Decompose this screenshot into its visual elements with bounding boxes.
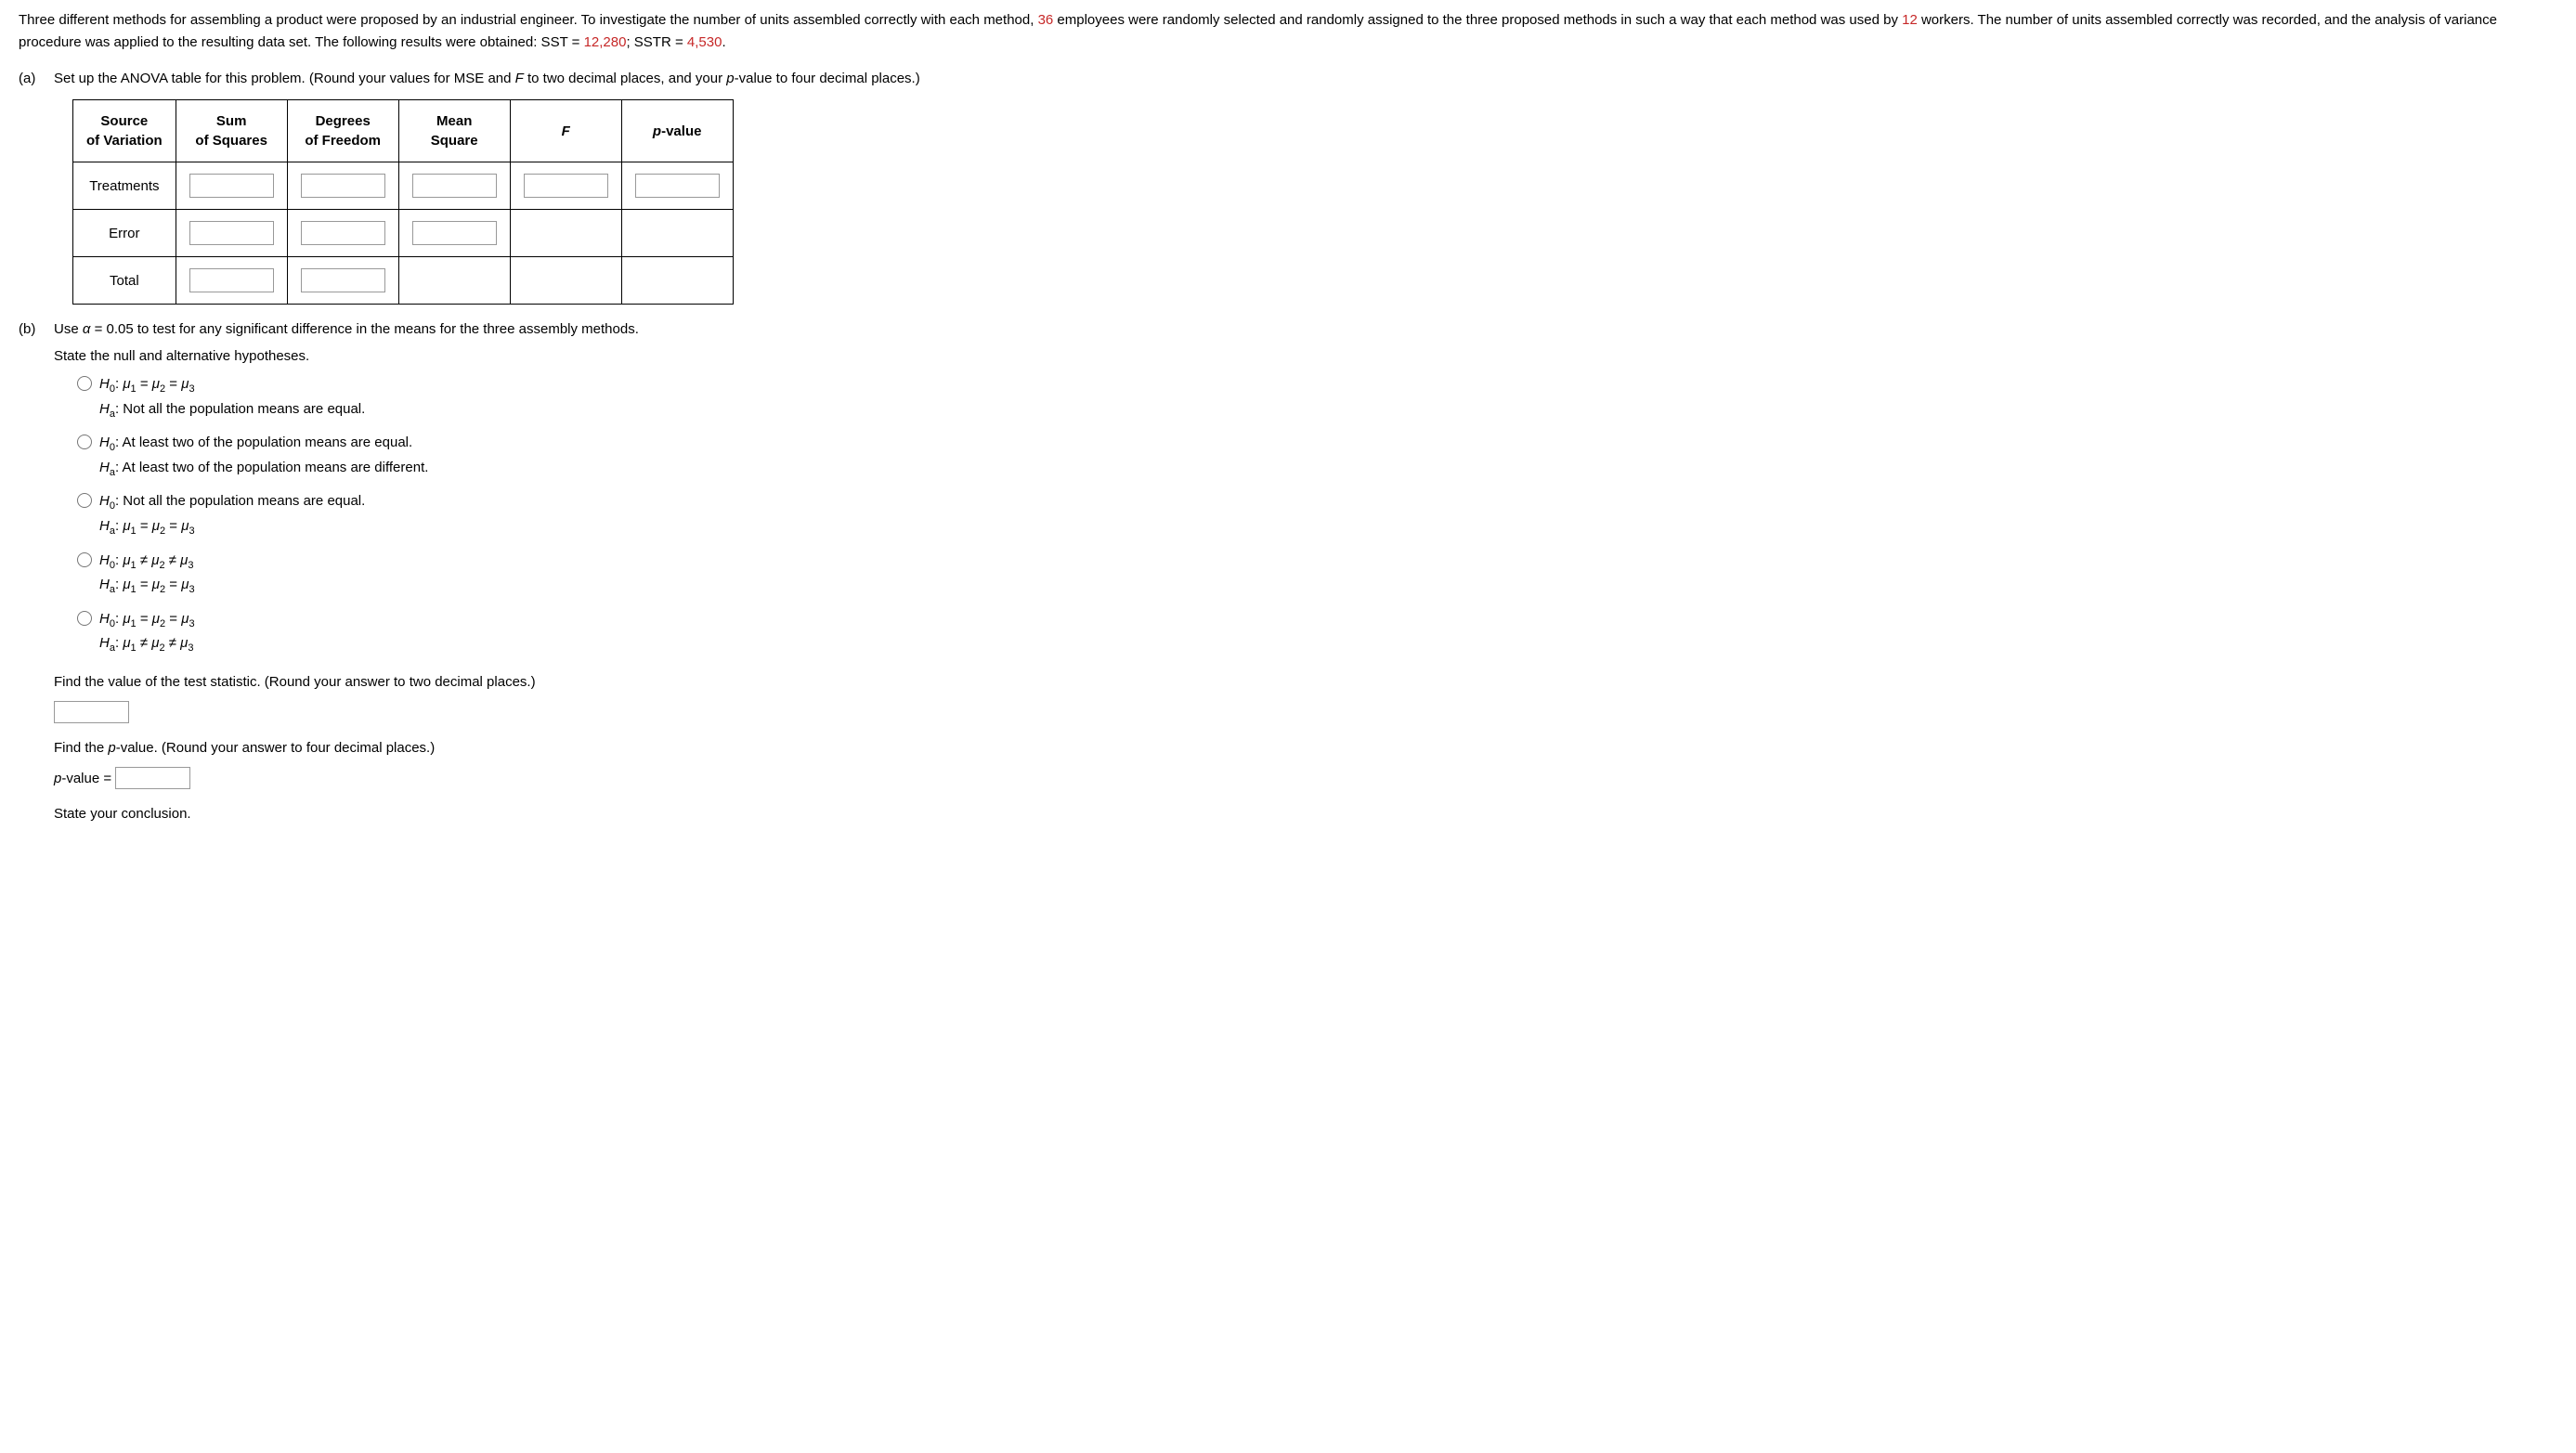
intro-n1: 36	[1038, 12, 1054, 28]
state-conclusion: State your conclusion.	[54, 806, 639, 822]
intro-n2: 12	[1902, 12, 1918, 28]
hypothesis-option-3[interactable]: H0: Not all the population means are equ…	[72, 490, 639, 539]
input-error-ss[interactable]	[189, 221, 274, 245]
th-f: F	[510, 100, 621, 162]
part-a-instruction: Set up the ANOVA table for this problem.…	[54, 71, 920, 86]
hypothesis-option-5[interactable]: H0: μ1 = μ2 = μ3 Ha: μ1 ≠ μ2 ≠ μ3	[72, 608, 639, 657]
radio-hyp-4[interactable]	[77, 552, 92, 567]
part-b: (b) Use α = 0.05 to test for any signifi…	[19, 321, 639, 822]
cell-total-f	[510, 257, 621, 305]
radio-hyp-2[interactable]	[77, 435, 92, 449]
part-a: (a) Set up the ANOVA table for this prob…	[19, 71, 920, 305]
th-mean: MeanSquare	[398, 100, 510, 162]
hypothesis-option-4[interactable]: H0: μ1 ≠ μ2 ≠ μ3 Ha: μ1 = μ2 = μ3	[72, 550, 639, 599]
th-pvalue: p-value	[621, 100, 733, 162]
cell-total-pvalue	[621, 257, 733, 305]
test-statistic-instruction: Find the value of the test statistic. (R…	[54, 674, 639, 690]
input-treatments-ss[interactable]	[189, 174, 274, 198]
row-error: Error	[73, 210, 734, 257]
cell-error-pvalue	[621, 210, 733, 257]
part-a-label: (a)	[19, 71, 54, 305]
input-total-df[interactable]	[301, 268, 385, 292]
radio-hyp-1[interactable]	[77, 376, 92, 391]
cell-error-label: Error	[73, 210, 176, 257]
input-treatments-df[interactable]	[301, 174, 385, 198]
radio-hyp-3[interactable]	[77, 493, 92, 508]
anova-table: Sourceof Variation Sumof Squares Degrees…	[72, 99, 734, 305]
pvalue-row: p-value =	[54, 767, 639, 789]
th-sum: Sumof Squares	[176, 100, 287, 162]
problem-statement: Three different methods for assembling a…	[19, 9, 2557, 54]
intro-n3: 12,280	[584, 34, 627, 50]
intro-n4: 4,530	[687, 34, 722, 50]
hypothesis-option-2[interactable]: H0: At least two of the population means…	[72, 432, 639, 481]
intro-text: Three different methods for assembling a…	[19, 12, 1038, 28]
hypothesis-option-1[interactable]: H0: μ1 = μ2 = μ3 Ha: Not all the populat…	[72, 373, 639, 422]
cell-error-f	[510, 210, 621, 257]
input-test-statistic[interactable]	[54, 701, 129, 723]
input-treatments-pvalue[interactable]	[635, 174, 720, 198]
hypothesis-options: H0: μ1 = μ2 = μ3 Ha: Not all the populat…	[72, 373, 639, 657]
row-total: Total	[73, 257, 734, 305]
pvalue-instruction: Find the p-value. (Round your answer to …	[54, 740, 639, 756]
th-degrees: Degreesof Freedom	[287, 100, 398, 162]
input-error-df[interactable]	[301, 221, 385, 245]
cell-total-label: Total	[73, 257, 176, 305]
state-hypotheses: State the null and alternative hypothese…	[54, 348, 639, 364]
th-source: Sourceof Variation	[73, 100, 176, 162]
part-b-instruction: Use α = 0.05 to test for any significant…	[54, 321, 639, 337]
input-treatments-ms[interactable]	[412, 174, 497, 198]
input-treatments-f[interactable]	[524, 174, 608, 198]
cell-treatments-label: Treatments	[73, 162, 176, 210]
cell-total-ms	[398, 257, 510, 305]
part-b-label: (b)	[19, 321, 54, 822]
input-error-ms[interactable]	[412, 221, 497, 245]
row-treatments: Treatments	[73, 162, 734, 210]
radio-hyp-5[interactable]	[77, 611, 92, 626]
input-total-ss[interactable]	[189, 268, 274, 292]
input-pvalue[interactable]	[115, 767, 190, 789]
